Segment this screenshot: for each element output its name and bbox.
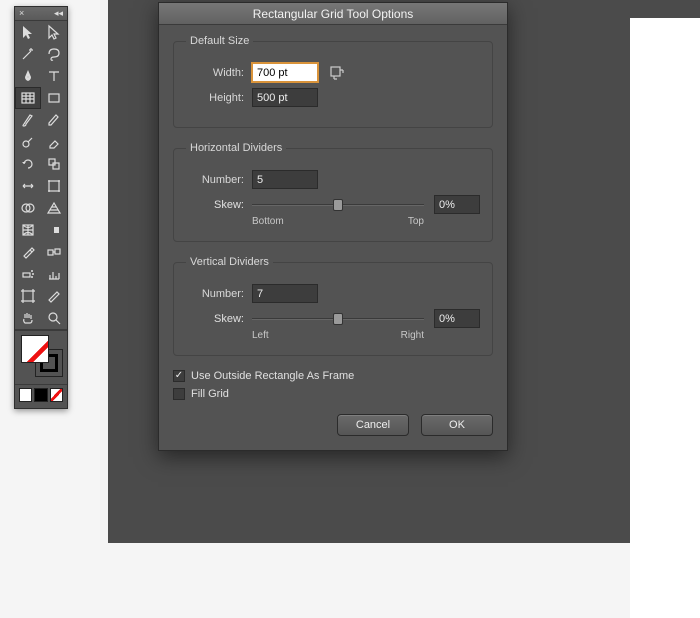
- artboard-tool-icon[interactable]: [15, 285, 41, 307]
- v-skew-label: Skew:: [186, 313, 244, 325]
- rotate-tool-icon[interactable]: [15, 153, 41, 175]
- tools-panel-header[interactable]: × ◂◂: [15, 7, 67, 21]
- lasso-tool-icon[interactable]: [41, 43, 67, 65]
- v-skew-value[interactable]: [434, 309, 480, 328]
- color-mode-toggles: [15, 384, 67, 408]
- h-number-label: Number:: [186, 174, 244, 186]
- zoom-tool-icon[interactable]: [41, 307, 67, 329]
- width-tool-icon[interactable]: [15, 175, 41, 197]
- free-transform-tool-icon[interactable]: [41, 175, 67, 197]
- v-skew-slider[interactable]: [252, 312, 424, 326]
- selection-tool-icon[interactable]: [15, 21, 41, 43]
- use-outside-rectangle-label: Use Outside Rectangle As Frame: [191, 370, 354, 382]
- v-number-input[interactable]: [252, 284, 318, 303]
- rectangular-grid-tool-icon[interactable]: [15, 87, 41, 109]
- horizontal-dividers-legend: Horizontal Dividers: [186, 142, 286, 154]
- direct-select-tool-icon[interactable]: [41, 21, 67, 43]
- close-icon[interactable]: ×: [19, 9, 24, 18]
- artboard: [630, 18, 700, 618]
- scale-tool-icon[interactable]: [41, 153, 67, 175]
- v-skew-right-label: Right: [401, 330, 424, 341]
- v-skew-left-label: Left: [252, 330, 269, 341]
- vertical-dividers-legend: Vertical Dividers: [186, 256, 273, 268]
- vertical-dividers-group: Vertical Dividers Number: Skew: Left Rig…: [173, 256, 493, 356]
- fill-grid-checkbox[interactable]: [173, 388, 185, 400]
- color-mode-gradient[interactable]: [34, 388, 47, 402]
- shape-builder-tool-icon[interactable]: [15, 197, 41, 219]
- constrain-proportions-icon[interactable]: [328, 64, 346, 82]
- symbol-sprayer-tool-icon[interactable]: [15, 263, 41, 285]
- pen-tool-icon[interactable]: [15, 65, 41, 87]
- color-mode-color[interactable]: [19, 388, 32, 402]
- width-input[interactable]: [252, 63, 318, 82]
- h-skew-left-label: Bottom: [252, 216, 284, 227]
- ok-button[interactable]: OK: [421, 414, 493, 436]
- column-graph-tool-icon[interactable]: [41, 263, 67, 285]
- height-label: Height:: [186, 92, 244, 104]
- width-label: Width:: [186, 67, 244, 79]
- dialog-titlebar[interactable]: Rectangular Grid Tool Options: [159, 3, 507, 25]
- eyedropper-tool-icon[interactable]: [15, 241, 41, 263]
- perspective-grid-tool-icon[interactable]: [41, 197, 67, 219]
- blend-tool-icon[interactable]: [41, 241, 67, 263]
- hand-tool-icon[interactable]: [15, 307, 41, 329]
- fill-swatch[interactable]: [21, 335, 49, 363]
- eraser-tool-icon[interactable]: [41, 131, 67, 153]
- type-tool-icon[interactable]: [41, 65, 67, 87]
- cancel-button[interactable]: Cancel: [337, 414, 409, 436]
- fill-stroke-swatches[interactable]: [15, 330, 67, 384]
- blob-brush-tool-icon[interactable]: [15, 131, 41, 153]
- horizontal-dividers-group: Horizontal Dividers Number: Skew: Bottom…: [173, 142, 493, 242]
- v-number-label: Number:: [186, 288, 244, 300]
- h-number-input[interactable]: [252, 170, 318, 189]
- default-size-legend: Default Size: [186, 35, 253, 47]
- fill-grid-label: Fill Grid: [191, 388, 229, 400]
- mesh-tool-icon[interactable]: [15, 219, 41, 241]
- h-skew-slider[interactable]: [252, 198, 424, 212]
- h-skew-value[interactable]: [434, 195, 480, 214]
- height-input[interactable]: [252, 88, 318, 107]
- pencil-tool-icon[interactable]: [41, 109, 67, 131]
- h-skew-label: Skew:: [186, 199, 244, 211]
- grid-tool-options-dialog: Rectangular Grid Tool Options Default Si…: [158, 2, 508, 451]
- use-outside-rectangle-checkbox[interactable]: ✓: [173, 370, 185, 382]
- slice-tool-icon[interactable]: [41, 285, 67, 307]
- default-size-group: Default Size Width: Height:: [173, 35, 493, 128]
- rectangle-tool-icon[interactable]: [41, 87, 67, 109]
- color-mode-none[interactable]: [50, 388, 63, 402]
- collapse-icon[interactable]: ◂◂: [54, 9, 63, 18]
- gradient-tool-icon[interactable]: [41, 219, 67, 241]
- tools-panel: × ◂◂: [14, 6, 68, 409]
- magic-wand-tool-icon[interactable]: [15, 43, 41, 65]
- dialog-title: Rectangular Grid Tool Options: [253, 7, 414, 21]
- h-skew-right-label: Top: [408, 216, 424, 227]
- paintbrush-tool-icon[interactable]: [15, 109, 41, 131]
